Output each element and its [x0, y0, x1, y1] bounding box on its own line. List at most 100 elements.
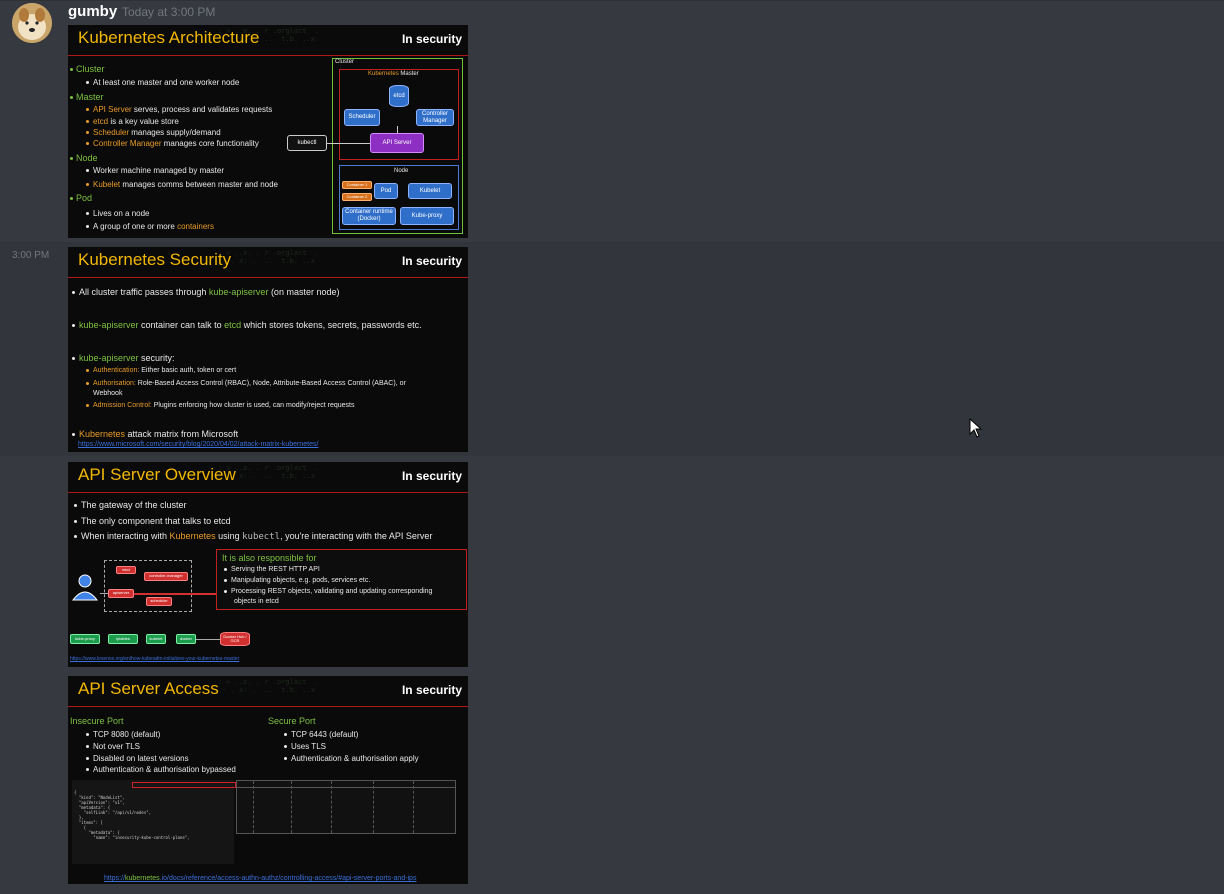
docker-node: docker [176, 634, 196, 644]
container-2-node: Container 2 [342, 193, 372, 201]
bullet-head: Node [70, 153, 98, 163]
kubelet-node: Kubelet [408, 183, 452, 199]
insecure-item: Not over TLS [86, 742, 140, 751]
bullet-item: The only component that talks to etcd [74, 516, 231, 526]
bullet-item: Kubelet manages comms between master and… [86, 180, 278, 189]
terminal-screenshot: { "kind": "NodeList", "apiVersion": "v1"… [72, 780, 236, 864]
brand-logo: In security [401, 32, 462, 46]
table-col-divider [373, 781, 375, 833]
insecure-item: TCP 8080 (default) [86, 730, 160, 739]
slide-title: API Server Access [78, 679, 219, 698]
bullet-item: etcd is a key value store [86, 117, 179, 126]
bullet-item: Lives on a node [86, 209, 150, 218]
image-attachment-kubernetes-security[interactable]: : > ..x. . r .orglact . - . x: . .. t.b.… [68, 247, 468, 452]
slide-header: : > ..x. . r .orglact . - . x: . .. t.b.… [68, 247, 468, 278]
kubelet-node: kubelet [146, 634, 166, 644]
image-attachment-kubernetes-architecture[interactable]: : > ..x. . r .orglact . - . x: . .. t.b.… [68, 25, 468, 238]
vulnerability-table [236, 780, 456, 834]
sub-bullet-continuation: Webhook [93, 390, 123, 397]
slide-title: Kubernetes Architecture [78, 28, 260, 47]
connector [134, 593, 216, 595]
connector [327, 143, 370, 144]
kube-proxy-node: Kube-proxy [400, 207, 454, 225]
secure-port-heading: Secure Port [268, 716, 316, 726]
image-attachment-api-server-access[interactable]: : > ..x. . r .orglact . - . x: . .. t.b.… [68, 676, 468, 884]
avatar[interactable] [12, 3, 52, 43]
highlight-box [132, 782, 236, 788]
container-runtime-node: Container runtime (Docker) [342, 207, 396, 225]
kubectl-node: kubectl [287, 135, 327, 151]
connector [397, 126, 398, 133]
responsibilities-title: It is also responsible for [222, 553, 317, 563]
table-col-divider [253, 781, 255, 833]
secure-item: Uses TLS [284, 742, 326, 751]
secure-item: Authentication & authorisation apply [284, 754, 419, 763]
connector [100, 593, 108, 594]
sub-bullet: Authorisation: Role-Based Access Control… [86, 380, 406, 387]
bullet-item: kube-apiserver container can talk to etc… [72, 320, 422, 330]
bullet-item: A group of one or more containers [86, 222, 214, 231]
kubernetes-docs-link[interactable]: https://kubernetes.io/docs/reference/acc… [104, 875, 416, 882]
connector [196, 639, 220, 640]
master-label: Kubernetes Master [368, 71, 419, 77]
controller-manager-node: Controller Manager [416, 109, 454, 126]
etcd-node: etcd [389, 85, 409, 107]
bullet-item: Scheduler manages supply/demand [86, 128, 221, 137]
controller-manager-node: controller-manager [144, 572, 188, 581]
user-icon [71, 574, 99, 601]
bullet-head: Cluster [70, 64, 105, 74]
etcd-node: etcd [116, 566, 136, 574]
node-label: Node [394, 168, 409, 174]
divider [0, 0, 1224, 1]
sub-bullet: Authentication: Either basic auth, token… [86, 367, 236, 374]
bullet-item: All cluster traffic passes through kube-… [72, 287, 339, 297]
bullet-head: Pod [70, 193, 92, 203]
attack-matrix-link[interactable]: https://www.microsoft.com/security/blog/… [78, 441, 318, 448]
bullet-item: Controller Manager manages core function… [86, 139, 259, 148]
slide-header: : > ..x. . r .orglact . - . x: . .. t.b.… [68, 25, 468, 56]
table-col-divider [413, 781, 415, 833]
scheduler-node: Scheduler [344, 109, 380, 126]
bullet-item: kube-apiserver security: [72, 353, 175, 363]
pod-node: Pod [374, 183, 398, 199]
slide-header: : > ..x. . r .orglact . - . x: . .. t.b.… [68, 676, 468, 707]
image-attachment-api-server-overview[interactable]: : > ..x. . r .orglact . - . x: . .. t.b.… [68, 462, 468, 667]
bullet-item: The gateway of the cluster [74, 500, 187, 510]
sub-bullet: Admission Control: Plugins enforcing how… [86, 402, 354, 409]
brand-logo: In security [401, 469, 462, 483]
table-header-divider [237, 787, 455, 788]
responsibility-item: Serving the REST HTTP API [224, 566, 320, 573]
brand-logo: In security [401, 683, 462, 697]
insecure-item: Disabled on latest versions [86, 754, 189, 763]
bullet-item: API Server serves, process and validates… [86, 105, 272, 114]
api-server-node: API Server [370, 133, 424, 153]
insecure-item: Authentication & authorisation bypassed [86, 765, 236, 774]
terminal-output-lines: { "kind": "NodeList", "apiVersion": "v1"… [74, 790, 190, 840]
scheduler-node: scheduler [146, 597, 172, 606]
bullet-item: At least one master and one worker node [86, 78, 239, 87]
bullet-item: Worker machine managed by master [86, 166, 224, 175]
responsibility-item-continuation: objects in etcd [234, 598, 279, 605]
slide-header: : > ..x. . r .orglact . - . x: . .. t.b.… [68, 462, 468, 493]
apiserver-node: apiserver [108, 589, 134, 598]
mouse-cursor-icon [969, 418, 983, 438]
slide-title: Kubernetes Security [78, 250, 232, 269]
iptables-node: iptables [108, 634, 138, 644]
source-link[interactable]: https://www.lesenos.org/en/how-kubeadm-i… [70, 656, 239, 662]
bullet-item: Kubernetes attack matrix from Microsoft [72, 429, 238, 439]
bullet-item: When interacting with Kubernetes using k… [74, 531, 432, 542]
brand-logo: In security [401, 254, 462, 268]
username[interactable]: gumby [68, 3, 117, 20]
responsibility-item: Manipulating objects, e.g. pods, service… [224, 577, 370, 584]
secure-item: TCP 6443 (default) [284, 730, 358, 739]
kube-proxy-node: kube-proxy [70, 634, 100, 644]
matrix-background: : > ..x. . r .orglact . - . x: . .. t.b.… [218, 249, 320, 265]
cluster-label: Cluster [335, 59, 355, 65]
matrix-background: : > ..x. . r .orglact . - . x: . .. t.b.… [218, 678, 320, 694]
table-col-divider [331, 781, 333, 833]
container-1-node: Container 1 [342, 181, 372, 189]
slide-title: API Server Overview [78, 465, 236, 484]
insecure-port-heading: Insecure Port [70, 716, 124, 726]
table-col-divider [291, 781, 293, 833]
bullet-head: Master [70, 92, 104, 102]
